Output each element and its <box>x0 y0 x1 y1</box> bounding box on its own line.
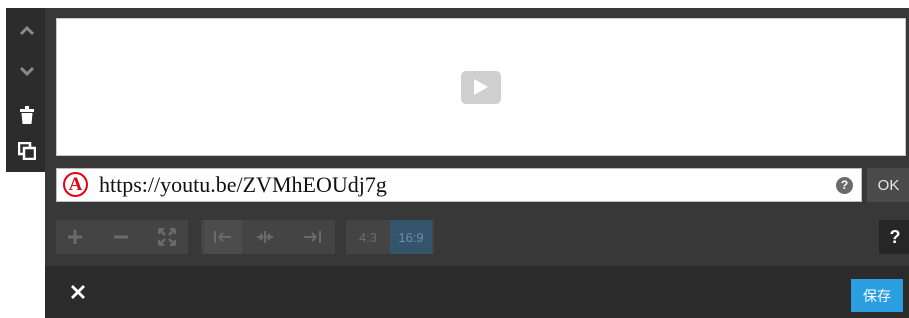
align-left-button[interactable] <box>204 220 242 254</box>
editor-footer: 保存 <box>45 266 909 318</box>
close-button[interactable] <box>65 279 91 305</box>
video-url-input[interactable] <box>99 169 819 201</box>
zoom-in-button[interactable] <box>59 220 91 254</box>
url-help-icon[interactable]: ? <box>836 177 853 194</box>
expand-icon <box>158 228 176 246</box>
align-center-icon <box>257 231 273 243</box>
video-embed-panel: A ? OK 4:3 16:9 ? <box>45 8 909 266</box>
play-icon <box>461 70 501 104</box>
trash-icon <box>19 106 34 124</box>
ratio-16-9-button[interactable]: 16:9 <box>390 220 432 254</box>
align-center-button[interactable] <box>249 220 281 254</box>
zoom-out-button[interactable] <box>105 220 137 254</box>
ok-button[interactable]: OK <box>867 168 909 202</box>
chevron-up-icon <box>19 26 34 36</box>
align-left-icon <box>214 231 231 243</box>
block-toolbar <box>6 8 47 172</box>
annotation-marker: A <box>63 172 88 197</box>
help-button[interactable]: ? <box>879 220 909 254</box>
fullsize-button[interactable] <box>151 220 183 254</box>
duplicate-icon <box>17 142 36 160</box>
minus-icon <box>114 235 128 239</box>
url-row: A ? OK <box>56 168 909 202</box>
ratio-4-3-button[interactable]: 4:3 <box>348 220 388 254</box>
delete-button[interactable] <box>6 98 47 132</box>
move-down-button[interactable] <box>6 54 47 88</box>
close-icon <box>71 285 85 299</box>
duplicate-button[interactable] <box>6 134 47 168</box>
video-controls: 4:3 16:9 ? <box>56 220 909 254</box>
align-right-icon <box>304 231 321 243</box>
plus-icon <box>68 230 82 244</box>
align-right-button[interactable] <box>296 220 328 254</box>
save-button[interactable]: 保存 <box>851 279 903 312</box>
url-field: A ? <box>56 168 862 202</box>
chevron-down-icon <box>19 66 34 76</box>
video-preview[interactable] <box>56 18 906 156</box>
move-up-button[interactable] <box>6 14 47 48</box>
